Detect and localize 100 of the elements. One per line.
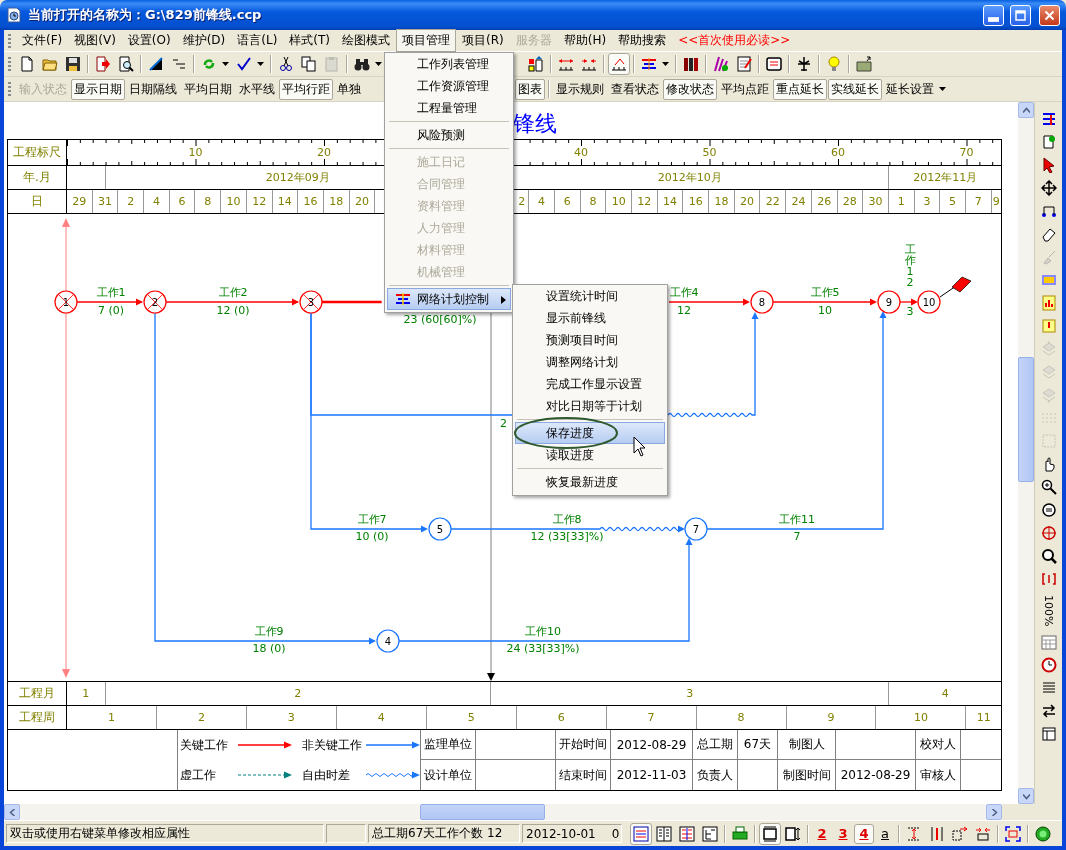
network-view-icon[interactable]	[630, 822, 652, 845]
day-cell: 16	[683, 190, 710, 213]
activity-name: 工作7	[357, 513, 387, 526]
info-label: 校对人	[916, 730, 961, 760]
scroll-up-button[interactable]	[1018, 102, 1034, 118]
noncritical-arrow-icon	[366, 740, 420, 750]
menu-item[interactable]: 网络计划控制	[387, 288, 511, 310]
menu-item[interactable]: 样式(T)	[283, 29, 337, 52]
week-cell-text: 11	[975, 710, 992, 726]
toolbar-button[interactable]: 实线延长	[828, 78, 882, 100]
ruler-label: 70	[959, 146, 974, 159]
ruler-label: 20	[317, 146, 331, 159]
toolbar-button[interactable]: 修改状态	[663, 78, 717, 100]
day-cell: 14	[657, 190, 684, 213]
menu-item[interactable]: 工程量管理	[387, 97, 511, 119]
menu-item[interactable]: 显示前锋线	[515, 307, 665, 329]
toolbar-button[interactable]: 水平线	[236, 78, 278, 100]
network-node[interactable]: 7	[684, 517, 708, 541]
day-cell: 8	[195, 190, 222, 213]
menu-item[interactable]: 帮助搜索	[612, 29, 673, 52]
menu-item[interactable]: 语言(L)	[231, 29, 284, 52]
scrollbar-track[interactable]	[4, 804, 1002, 820]
minimize-icon	[988, 14, 999, 25]
activity-name: 工作9	[254, 625, 284, 638]
day-cell: 6	[169, 190, 196, 213]
menu-item[interactable]: 项目管理	[396, 29, 457, 52]
menu-item[interactable]: 文件(F)	[16, 29, 69, 52]
scrollbar-thumb[interactable]	[420, 804, 545, 820]
month-cell: 2	[105, 682, 492, 705]
minimize-button[interactable]	[983, 4, 1004, 26]
network-node[interactable]: 1	[54, 290, 78, 314]
ruler-peak-icon[interactable]	[608, 53, 630, 75]
scroll-right-button[interactable]	[986, 804, 1002, 820]
network-node[interactable]: 8	[750, 290, 774, 314]
menu-item[interactable]: 读取进度	[515, 444, 665, 466]
toolbar-button[interactable]: 延长设置	[883, 78, 937, 100]
network-node[interactable]: 4	[376, 629, 400, 653]
menu-item[interactable]: 绘图模式	[336, 29, 397, 52]
toolbar-button[interactable]: 4	[854, 823, 874, 844]
toolbar-button[interactable]: 图表	[515, 78, 545, 100]
menu-item[interactable]: 项目(R)	[456, 29, 510, 52]
menu-item[interactable]: 帮助(H)	[557, 29, 613, 52]
menu-item[interactable]: 对比日期等于计划	[515, 395, 665, 417]
network-node[interactable]: 2	[143, 290, 167, 314]
close-button[interactable]	[1039, 4, 1060, 26]
network-node[interactable]: 10	[917, 290, 941, 314]
menu-item[interactable]: 工作列表管理	[387, 53, 511, 75]
toolbar-grip[interactable]	[8, 33, 11, 48]
day-cell: 7	[965, 190, 992, 213]
menu-item[interactable]: 视图(V)	[68, 29, 122, 52]
toolbar-grip[interactable]	[8, 57, 11, 71]
toolbar-button[interactable]: 2	[812, 823, 832, 844]
dropdown-caret-icon[interactable]	[662, 62, 669, 66]
info-label: 设计单位	[421, 760, 476, 790]
maximize-button[interactable]	[1010, 4, 1031, 26]
toolbar-button[interactable]: 显示规则	[553, 78, 607, 100]
menu-item[interactable]: 恢复最新进度	[515, 471, 665, 493]
day-cell: 26	[811, 190, 838, 213]
network-node[interactable]: 9	[877, 290, 901, 314]
dropdown-caret-icon[interactable]	[939, 87, 946, 91]
day-cell: 12	[632, 190, 658, 213]
menu-item[interactable]: 预测项目时间	[515, 329, 665, 351]
toolbar-button[interactable]: 平均日期	[181, 78, 235, 100]
folder-arrow-icon[interactable]	[853, 53, 875, 75]
ruler-label: 40	[574, 146, 588, 159]
toolbar-button[interactable]: 单独	[334, 78, 364, 100]
fit-height-icon[interactable]	[759, 822, 781, 845]
dropdown-caret-icon[interactable]	[375, 62, 382, 66]
menu-item[interactable]: 调整网络计划	[515, 351, 665, 373]
day-cell: 3	[914, 190, 941, 213]
toolbar-button[interactable]: 3	[833, 823, 853, 844]
scroll-left-button[interactable]	[4, 804, 20, 820]
color-lines-icon	[395, 292, 411, 306]
toolbar-button[interactable]: 显示日期	[71, 78, 125, 100]
toolbar-button[interactable]: 平均行距	[279, 78, 333, 100]
toolbar-button[interactable]: 平均点距	[718, 78, 772, 100]
menu-item[interactable]: 维护(D)	[176, 29, 232, 52]
dropdown-caret-icon[interactable]	[222, 62, 229, 66]
scrollbar-thumb[interactable]	[1018, 357, 1034, 482]
day-cell: 1	[888, 190, 915, 213]
network-node[interactable]: 5	[428, 517, 452, 541]
toolbar-button[interactable]: a	[875, 823, 895, 844]
toolbar-button[interactable]: 日期隔线	[126, 78, 180, 100]
menu-item[interactable]: 完成工作显示设置	[515, 373, 665, 395]
menu-item[interactable]: 设置(O)	[121, 29, 177, 52]
month-cell: 1	[67, 682, 106, 705]
scroll-down-button[interactable]	[1018, 788, 1034, 804]
toolbar-button[interactable]: 重点延长	[773, 78, 827, 100]
info-label: 总工期	[693, 730, 738, 760]
dropdown-caret-icon[interactable]	[257, 62, 264, 66]
menu-item[interactable]: 设置统计时间	[515, 285, 665, 307]
zoom-level[interactable]: 100%	[1042, 591, 1055, 631]
menu-item[interactable]: 保存进度	[515, 422, 665, 444]
menu-item[interactable]: 风险预测	[387, 124, 511, 146]
toolbar-button[interactable]: 查看状态	[608, 78, 662, 100]
wavy-arrow-icon	[366, 770, 420, 780]
toolbar-grip[interactable]	[8, 82, 11, 96]
status-count: 0	[611, 826, 620, 841]
menu-item[interactable]: 工作资源管理	[387, 75, 511, 97]
day-cell: 18	[709, 190, 735, 213]
